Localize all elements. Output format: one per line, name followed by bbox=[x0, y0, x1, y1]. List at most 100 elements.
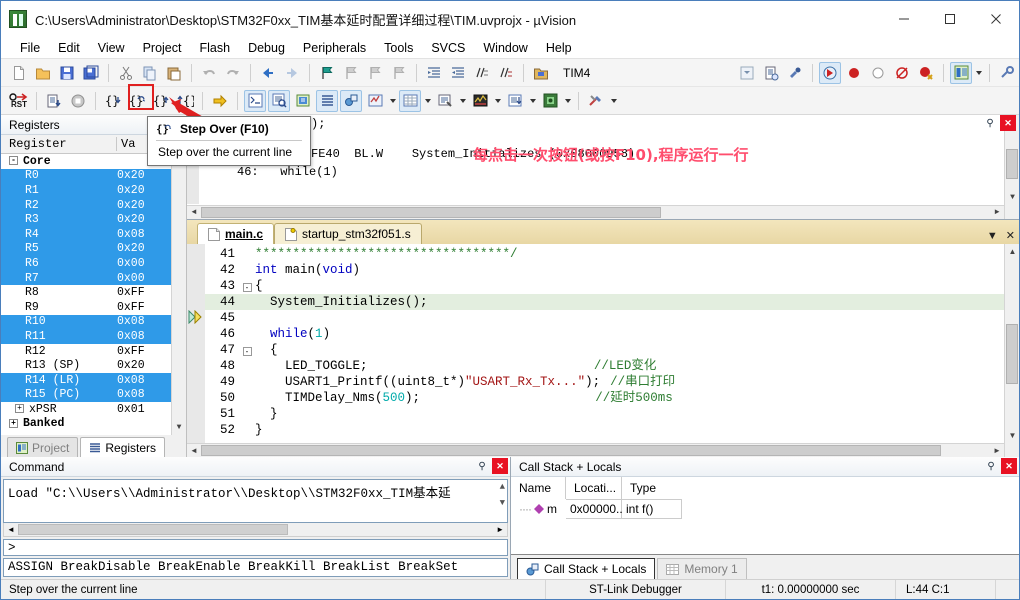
project-window-toggle-icon[interactable] bbox=[950, 61, 972, 84]
utilities-icon[interactable] bbox=[996, 62, 1018, 84]
pin-icon[interactable]: ⚲ bbox=[474, 458, 490, 474]
navigate-forward-icon[interactable] bbox=[281, 62, 303, 84]
tab-call-stack-locals[interactable]: Call Stack + Locals bbox=[517, 558, 656, 579]
memory-window-icon[interactable] bbox=[399, 89, 421, 112]
code-vscrollbar[interactable]: ▲ ▼ bbox=[1004, 244, 1019, 457]
system-viewer-icon[interactable] bbox=[539, 90, 561, 112]
pin-icon[interactable]: ⚲ bbox=[983, 458, 999, 474]
system-viewer-dropdown-icon[interactable] bbox=[562, 90, 573, 112]
menu-project[interactable]: Project bbox=[134, 39, 191, 57]
register-row[interactable]: R12 0xFF bbox=[1, 344, 186, 359]
collapse-icon[interactable]: - bbox=[9, 156, 18, 166]
code-line[interactable]: System_Initializes(); bbox=[255, 294, 1019, 310]
hscroll-left-icon[interactable]: ◄ bbox=[4, 525, 18, 534]
code-line[interactable]: { bbox=[255, 278, 1019, 294]
disable-breakpoint-icon[interactable] bbox=[891, 62, 913, 84]
register-row[interactable]: R4 0x08 bbox=[1, 226, 186, 242]
target-selector[interactable]: TIM4 bbox=[559, 63, 679, 83]
code-line[interactable]: **********************************/ bbox=[255, 246, 1019, 262]
pin-icon[interactable]: ⚲ bbox=[982, 115, 998, 131]
paste-icon[interactable] bbox=[163, 62, 185, 84]
disassembly-hscrollbar[interactable]: ◄ ► bbox=[187, 205, 1004, 219]
hscroll-thumb[interactable] bbox=[201, 207, 661, 218]
hscroll-left-icon[interactable]: ◄ bbox=[187, 208, 201, 217]
editor-tab-list-icon[interactable]: ▼ bbox=[987, 230, 998, 242]
uncomment-lines-icon[interactable] bbox=[495, 62, 517, 84]
tab-project[interactable]: Project bbox=[7, 437, 79, 457]
close-icon[interactable]: ✕ bbox=[1001, 458, 1017, 474]
hscroll-right-icon[interactable]: ► bbox=[990, 446, 1004, 455]
new-file-icon[interactable] bbox=[8, 62, 30, 84]
project-window-dropdown-icon[interactable] bbox=[973, 62, 984, 84]
run-icon[interactable] bbox=[43, 90, 65, 112]
kill-all-breakpoints-icon[interactable] bbox=[915, 62, 937, 84]
register-row[interactable]: R15 (PC) 0x08 bbox=[1, 387, 186, 403]
trace-window-icon[interactable] bbox=[504, 90, 526, 112]
maximize-button[interactable] bbox=[927, 1, 973, 37]
watch-window-dropdown-icon[interactable] bbox=[387, 90, 398, 112]
callstack-table[interactable]: Name Locati... Type ···· m 0x00000... in… bbox=[511, 477, 1019, 555]
code-hscrollbar[interactable]: ◄ ► bbox=[187, 443, 1004, 457]
bookmark-clear-icon[interactable] bbox=[388, 62, 410, 84]
hscroll-thumb[interactable] bbox=[17, 524, 288, 536]
configure-icon[interactable] bbox=[784, 62, 806, 84]
register-row[interactable]: R2 0x20 bbox=[1, 197, 186, 213]
code-line[interactable]: LED_TOGGLE;//LED变化 bbox=[255, 358, 1019, 374]
registers-scrollbar[interactable]: ▲ ▼ bbox=[171, 154, 186, 435]
code-line[interactable]: { bbox=[255, 342, 1019, 358]
stop-icon[interactable] bbox=[67, 90, 89, 112]
resize-grip-icon[interactable] bbox=[995, 580, 1019, 599]
vscroll-thumb[interactable] bbox=[1006, 149, 1018, 179]
serial-window-dropdown-icon[interactable] bbox=[457, 90, 468, 112]
command-scroll-down-icon[interactable]: ▼ bbox=[500, 498, 505, 508]
bookmark-prev-icon[interactable] bbox=[340, 62, 362, 84]
target-options-icon[interactable] bbox=[530, 62, 552, 84]
scroll-up-icon[interactable]: ▲ bbox=[1005, 244, 1019, 259]
editor-tab-main-c[interactable]: main.c bbox=[197, 223, 275, 244]
register-row[interactable]: R10 0x08 bbox=[1, 314, 186, 330]
register-row[interactable]: R14 (LR) 0x08 bbox=[1, 372, 186, 388]
register-row[interactable]: R5 0x20 bbox=[1, 241, 186, 257]
serial-window-icon[interactable] bbox=[434, 90, 456, 112]
minimize-button[interactable] bbox=[881, 1, 927, 37]
cut-icon[interactable] bbox=[115, 62, 137, 84]
register-row[interactable]: R11 0x08 bbox=[1, 329, 186, 344]
scroll-down-icon[interactable]: ▼ bbox=[172, 420, 187, 435]
scroll-down-icon[interactable]: ▼ bbox=[1005, 428, 1019, 443]
symbols-window-icon[interactable] bbox=[292, 90, 314, 112]
manage-components-icon[interactable] bbox=[760, 62, 782, 84]
close-icon[interactable]: ✕ bbox=[492, 458, 508, 474]
bookmark-toggle-icon[interactable] bbox=[316, 62, 338, 84]
analysis-window-icon[interactable] bbox=[469, 90, 491, 112]
vscroll-thumb[interactable] bbox=[1006, 324, 1018, 384]
close-icon[interactable]: ✕ bbox=[1000, 115, 1016, 131]
code-line[interactable]: TIMDelay_Nms(500);//延时500ms bbox=[255, 390, 1019, 406]
register-row[interactable]: R0 0x20 bbox=[1, 168, 186, 184]
command-keyword-list[interactable]: ASSIGN BreakDisable BreakEnable BreakKil… bbox=[3, 558, 508, 577]
bookmark-next-icon[interactable] bbox=[364, 62, 386, 84]
menu-file[interactable]: File bbox=[11, 39, 49, 57]
registers-window-icon[interactable] bbox=[316, 89, 338, 112]
code-line[interactable]: } bbox=[255, 406, 1019, 422]
call-stack-window-icon[interactable] bbox=[340, 89, 362, 112]
register-row[interactable]: + Banked bbox=[1, 417, 186, 432]
undo-icon[interactable] bbox=[198, 62, 220, 84]
toolbox-icon[interactable] bbox=[585, 90, 607, 112]
analysis-window-dropdown-icon[interactable] bbox=[492, 90, 503, 112]
menu-svcs[interactable]: SVCS bbox=[422, 39, 474, 57]
indent-left-icon[interactable] bbox=[447, 62, 469, 84]
register-row[interactable]: R8 0xFF bbox=[1, 285, 186, 300]
watch-window-icon[interactable] bbox=[364, 90, 386, 112]
tab-registers[interactable]: Registers bbox=[80, 437, 166, 457]
open-file-icon[interactable] bbox=[32, 62, 54, 84]
command-hscrollbar[interactable]: ◄ ► bbox=[3, 523, 508, 538]
reset-cpu-icon[interactable]: RST bbox=[8, 90, 30, 112]
code-line[interactable]: } bbox=[255, 422, 1019, 438]
code-fold-marker[interactable]: - bbox=[239, 342, 255, 358]
registers-list[interactable]: - Core R0 0x20 R1 0x20 R2 0x20 R3 0x20 R4 0x08 R5 0x2… bbox=[1, 154, 186, 435]
save-icon[interactable] bbox=[56, 62, 78, 84]
hscroll-right-icon[interactable]: ► bbox=[990, 208, 1004, 217]
start-stop-debug-icon[interactable] bbox=[819, 61, 841, 84]
code-breakpoint-gutter[interactable] bbox=[187, 244, 205, 457]
editor-tab-close-icon[interactable]: ✕ bbox=[1006, 229, 1015, 242]
